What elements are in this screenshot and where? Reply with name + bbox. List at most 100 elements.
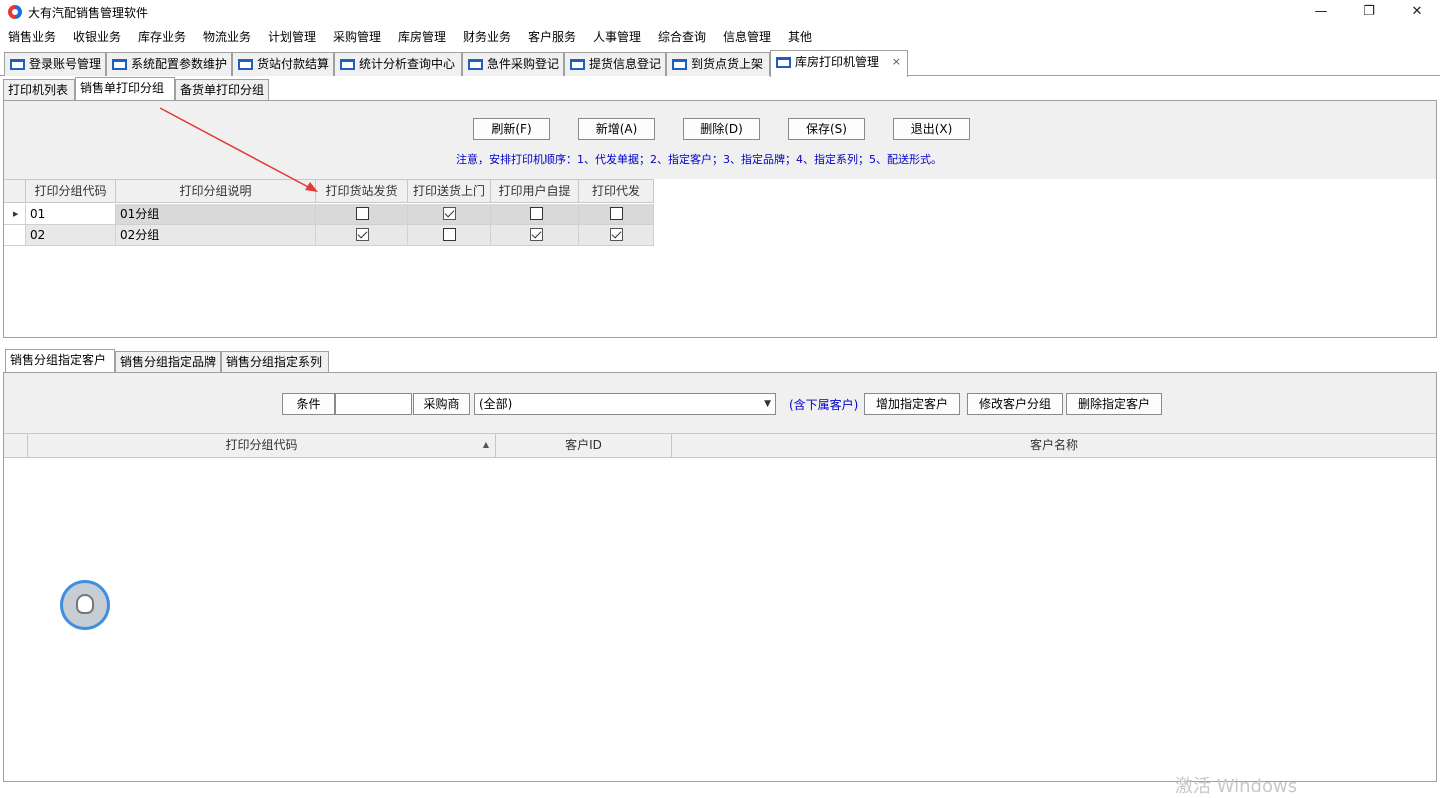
checkbox[interactable]: [530, 207, 543, 220]
add-customer-button[interactable]: 增加指定客户: [864, 393, 960, 415]
delete-button[interactable]: 删除(D): [683, 118, 760, 140]
menu-logistics[interactable]: 物流业务: [203, 28, 251, 45]
col-group-code[interactable]: 打印分组代码 ▲: [28, 434, 496, 457]
tab-warehouse-printer[interactable]: 库房打印机管理 ×: [770, 50, 908, 77]
checkbox[interactable]: [530, 228, 543, 241]
col-print-delivery[interactable]: 打印送货上门: [408, 179, 491, 203]
menu-inventory[interactable]: 库存业务: [138, 28, 186, 45]
window-icon: [776, 57, 791, 68]
group-assignment-tabs: 销售分组指定客户 销售分组指定品牌 销售分组指定系列: [3, 349, 1437, 374]
cell-print-proxy[interactable]: [579, 225, 654, 246]
tab-label: 统计分析查询中心: [359, 57, 456, 71]
col-print-station[interactable]: 打印货站发货: [316, 179, 408, 203]
floating-avatar-icon[interactable]: [60, 580, 110, 630]
cell-print-station[interactable]: [316, 204, 408, 225]
cell-group-desc[interactable]: 01分组: [116, 204, 316, 225]
toolbar: 刷新(F) 新增(A) 删除(D) 保存(S) 退出(X) 注意，安排打印机顺序…: [4, 101, 1436, 179]
refresh-button[interactable]: 刷新(F): [473, 118, 550, 140]
close-window-button[interactable]: ✕: [1394, 0, 1440, 24]
menu-cashier[interactable]: 收银业务: [73, 28, 121, 45]
menu-query[interactable]: 综合查询: [658, 28, 706, 45]
col-print-proxy[interactable]: 打印代发: [579, 179, 654, 203]
modify-customer-group-button[interactable]: 修改客户分组: [967, 393, 1063, 415]
tab-station-payment[interactable]: 货站付款结算: [232, 52, 334, 76]
condition-input[interactable]: [335, 393, 412, 415]
tab-close-icon[interactable]: ×: [892, 51, 901, 73]
minimize-button[interactable]: —: [1298, 0, 1344, 24]
customer-filter-bar: 条件 采购商 (全部) ▼ (含下属客户) 增加指定客户 修改客户分组 删除指定客…: [4, 373, 1436, 433]
cell-group-code[interactable]: 02: [26, 225, 116, 246]
tab-urgent-purchase[interactable]: 急件采购登记: [462, 52, 564, 76]
col-group-desc[interactable]: 打印分组说明: [116, 179, 316, 203]
cell-print-proxy[interactable]: [579, 204, 654, 225]
cell-print-station[interactable]: [316, 225, 408, 246]
cell-group-code[interactable]: 01: [26, 204, 116, 225]
tab-system-config[interactable]: 系统配置参数维护: [106, 52, 232, 76]
tab-printer-list[interactable]: 打印机列表: [3, 79, 75, 101]
menu-info[interactable]: 信息管理: [723, 28, 771, 45]
tab-group-customers[interactable]: 销售分组指定客户: [5, 349, 115, 374]
cell-print-pickup[interactable]: [491, 204, 579, 225]
row-header-corner: [4, 179, 26, 203]
exit-button[interactable]: 退出(X): [893, 118, 970, 140]
tab-group-brands[interactable]: 销售分组指定品牌: [115, 351, 221, 373]
checkbox[interactable]: [443, 228, 456, 241]
cell-print-delivery[interactable]: [408, 204, 491, 225]
buyer-button[interactable]: 采购商: [413, 393, 470, 415]
buyer-select[interactable]: (全部) ▼: [474, 393, 776, 415]
tab-label: 急件采购登记: [487, 57, 560, 71]
checkbox[interactable]: [610, 228, 623, 241]
menu-purchase[interactable]: 采购管理: [333, 28, 381, 45]
tab-label: 系统配置参数维护: [131, 57, 228, 71]
tab-sales-print-group[interactable]: 销售单打印分组: [75, 77, 175, 102]
chevron-down-icon: ▼: [764, 399, 771, 409]
checkbox[interactable]: [443, 207, 456, 220]
tab-stock-print-group[interactable]: 备货单打印分组: [175, 79, 269, 101]
window-icon: [468, 59, 483, 70]
col-group-code[interactable]: 打印分组代码: [26, 179, 116, 203]
tab-arrival-shelving[interactable]: 到货点货上架: [666, 52, 770, 76]
restore-button[interactable]: ❐: [1346, 0, 1392, 24]
window-icon: [570, 59, 585, 70]
face-icon: [76, 594, 94, 614]
tab-account-management[interactable]: 登录账号管理: [4, 52, 106, 76]
col-print-pickup[interactable]: 打印用户自提: [491, 179, 579, 203]
activation-watermark: 激活 Windows: [1175, 776, 1298, 797]
save-button[interactable]: 保存(S): [788, 118, 865, 140]
menu-other[interactable]: 其他: [788, 28, 812, 45]
window-icon: [10, 59, 25, 70]
checkbox[interactable]: [356, 207, 369, 220]
checkbox[interactable]: [610, 207, 623, 220]
tab-label: 货站付款结算: [257, 57, 330, 71]
cell-print-pickup[interactable]: [491, 225, 579, 246]
menu-sales[interactable]: 销售业务: [8, 28, 56, 45]
tab-statistics-center[interactable]: 统计分析查询中心: [334, 52, 462, 76]
print-group-grid: 打印分组代码 打印分组说明 打印货站发货 打印送货上门 打印用户自提 打印代发 …: [4, 179, 1436, 337]
menu-hr[interactable]: 人事管理: [593, 28, 641, 45]
sort-ascending-icon: ▲: [482, 440, 489, 449]
include-sub-customers[interactable]: (含下属客户): [789, 396, 858, 413]
current-row-icon: ▶: [13, 210, 19, 218]
delete-customer-button[interactable]: 删除指定客户: [1066, 393, 1162, 415]
menu-planning[interactable]: 计划管理: [268, 28, 316, 45]
menu-customer-service[interactable]: 客户服务: [528, 28, 576, 45]
printer-order-note: 注意，安排打印机顺序：1、代发单据；2、指定客户；3、指定品牌；4、指定系列；5…: [456, 153, 942, 166]
app-logo-icon: [8, 5, 22, 19]
add-button[interactable]: 新增(A): [578, 118, 655, 140]
col-label: 打印分组代码: [225, 438, 298, 452]
group-customers-panel: 条件 采购商 (全部) ▼ (含下属客户) 增加指定客户 修改客户分组 删除指定客…: [3, 372, 1437, 782]
tab-pickup-info[interactable]: 提货信息登记: [564, 52, 666, 76]
cell-group-desc[interactable]: 02分组: [116, 225, 316, 246]
menu-warehouse[interactable]: 库房管理: [398, 28, 446, 45]
window-icon: [340, 59, 355, 70]
col-customer-name[interactable]: 客户名称: [672, 434, 1436, 457]
tab-label: 提货信息登记: [589, 57, 662, 71]
col-customer-id[interactable]: 客户ID: [496, 434, 672, 457]
cell-print-delivery[interactable]: [408, 225, 491, 246]
printer-sub-tabs: 打印机列表 销售单打印分组 备货单打印分组: [3, 77, 1437, 102]
sales-print-group-panel: 刷新(F) 新增(A) 删除(D) 保存(S) 退出(X) 注意，安排打印机顺序…: [3, 100, 1437, 338]
checkbox[interactable]: [356, 228, 369, 241]
tab-group-series[interactable]: 销售分组指定系列: [221, 351, 329, 373]
menu-finance[interactable]: 财务业务: [463, 28, 511, 45]
condition-button[interactable]: 条件: [282, 393, 335, 415]
